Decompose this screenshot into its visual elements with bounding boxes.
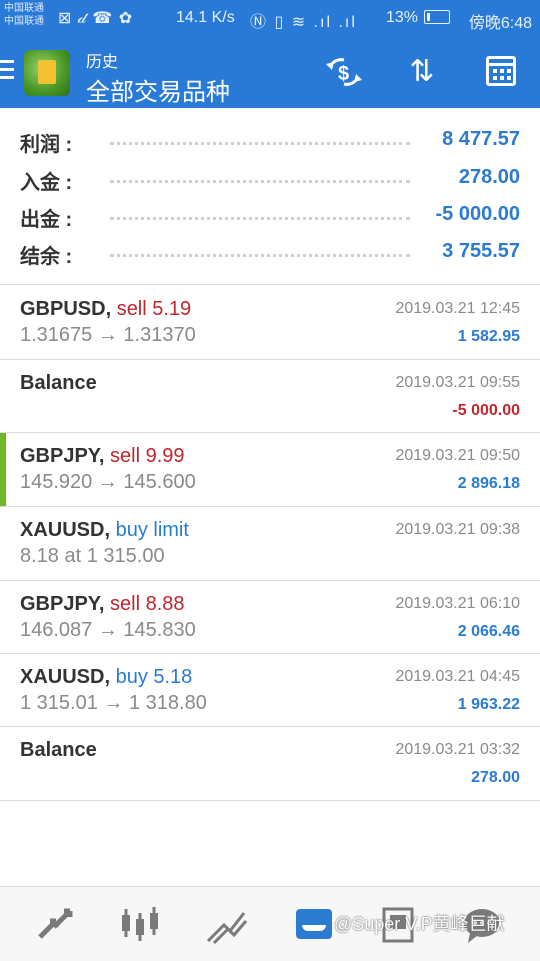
quotes-svg xyxy=(38,908,73,939)
trade-symbol: Balance xyxy=(20,739,97,762)
dot-leader xyxy=(110,254,410,257)
divider xyxy=(0,800,540,801)
trade-prices: 1.31675 → 1.31370 xyxy=(20,324,196,346)
trade-time: 2019.03.21 03:32 xyxy=(395,741,520,758)
trade-symbol: GBPJPY, sell 9.99 xyxy=(20,445,185,468)
summary-row-deposit: 入金 : 278.00 xyxy=(0,160,540,196)
chart-candles-icon[interactable] xyxy=(118,903,162,947)
trade-symbol: GBPJPY, sell 8.88 xyxy=(20,593,185,616)
trade-symbol: XAUUSD, buy 5.18 xyxy=(20,666,192,689)
summary-label: 入金 : xyxy=(20,172,73,194)
chart-candles-svg xyxy=(122,907,158,941)
symbol-filter[interactable]: 全部交易品种 xyxy=(86,72,230,107)
trade-time: 2019.03.21 09:38 xyxy=(395,521,520,538)
sort-icon[interactable]: ⇅ xyxy=(400,54,444,90)
trade-prices: 1 315.01 → 1 318.80 xyxy=(20,692,207,714)
trade-row[interactable]: XAUUSD, buy 5.18 1 315.01 → 1 318.80 201… xyxy=(0,654,540,727)
trade-time: 2019.03.21 09:55 xyxy=(395,374,520,391)
dot-leader xyxy=(110,180,410,183)
quotes-icon[interactable] xyxy=(34,903,78,947)
trade-profit: 2 896.18 xyxy=(457,475,520,492)
trade-action: sell 8.88 xyxy=(110,593,185,615)
symbol-text: GBPJPY, xyxy=(20,593,105,615)
trade-profit: 1 582.95 xyxy=(457,328,520,345)
summary-value: 3 755.57 xyxy=(442,240,520,262)
trade-icon[interactable] xyxy=(204,903,248,947)
trade-time: 2019.03.21 04:45 xyxy=(395,668,520,685)
carrier-labels: 中国联通 中国联通 xyxy=(4,2,44,28)
trade-symbol: GBPUSD, sell 5.19 xyxy=(20,298,191,321)
trade-symbol: XAUUSD, buy limit xyxy=(20,519,189,542)
status-bar: 中国联通 中国联通 ⊠ 𝒹 ☎ ✿ 14.1 K/s Ⓝ ▯ ≋ .ıl .ıl… xyxy=(0,0,540,36)
network-speed: 14.1 K/s xyxy=(176,9,235,26)
trade-profit: 278.00 xyxy=(471,769,520,786)
summary-label: 利润 : xyxy=(20,134,73,156)
notification-icons: ⊠ 𝒹 ☎ ✿ xyxy=(58,10,134,27)
app-bar: 历史 全部交易品种 $ ⇅ xyxy=(0,36,540,108)
trade-row[interactable]: GBPJPY, sell 8.88 146.087 → 145.830 2019… xyxy=(0,581,540,654)
currency-exchange-icon[interactable]: $ xyxy=(322,54,366,99)
app-logo-icon[interactable] xyxy=(24,50,70,96)
trade-prices: 145.920 → 145.600 xyxy=(20,471,196,493)
trade-svg xyxy=(206,912,248,945)
symbol-text: GBPUSD, xyxy=(20,298,112,320)
currency-exchange-svg: $ xyxy=(326,58,362,86)
trade-profit: -5 000.00 xyxy=(452,402,520,419)
trade-time: 2019.03.21 12:45 xyxy=(395,300,520,317)
symbol-text: Balance xyxy=(20,739,97,761)
clock: 傍晚6:48 xyxy=(468,15,532,32)
summary-value: -5 000.00 xyxy=(435,203,520,225)
trade-profit: 2 066.46 xyxy=(457,623,520,640)
trade-row[interactable]: XAUUSD, buy limit 8.18 at 1 315.00 2019.… xyxy=(0,507,540,580)
calendar-icon[interactable] xyxy=(486,56,516,86)
divider xyxy=(0,284,540,285)
symbol-text: XAUUSD, xyxy=(20,666,111,688)
trade-action: buy 5.18 xyxy=(115,666,193,688)
symbol-text: GBPJPY, xyxy=(20,445,105,467)
trade-time: 2019.03.21 09:50 xyxy=(395,447,520,464)
page-title: 历史 xyxy=(86,54,119,71)
currency-symbol: $ xyxy=(338,63,349,85)
summary-row-profit: 利润 : 8 477.57 xyxy=(0,122,540,158)
battery-percent: 13% xyxy=(386,9,419,26)
signal-icons: Ⓝ ▯ ≋ .ıl .ıl xyxy=(250,14,357,31)
dot-leader xyxy=(110,142,410,145)
carrier-1: 中国联通 xyxy=(4,3,44,14)
trade-time: 2019.03.21 06:10 xyxy=(395,595,520,612)
selected-indicator xyxy=(0,433,6,506)
trade-prices: 146.087 → 145.830 xyxy=(20,619,196,641)
summary-value: 278.00 xyxy=(458,166,520,188)
watermark-text: @Super V.P黄峰巨献 xyxy=(334,914,505,934)
history-inbox-icon[interactable] xyxy=(296,909,332,939)
menu-icon[interactable] xyxy=(0,60,14,84)
symbol-text: Balance xyxy=(20,372,97,394)
trade-action: sell 9.99 xyxy=(110,445,185,467)
trade-row[interactable]: Balance 2019.03.21 09:55 -5 000.00 xyxy=(0,360,540,433)
trade-row[interactable]: Balance 2019.03.21 03:32 278.00 xyxy=(0,727,540,800)
summary-row-balance: 结余 : 3 755.57 xyxy=(0,234,540,270)
summary-label: 出金 : xyxy=(20,209,73,231)
trade-profit: 1 963.22 xyxy=(457,696,520,713)
summary-value: 8 477.57 xyxy=(442,128,520,150)
trade-prices: 8.18 at 1 315.00 xyxy=(20,545,165,567)
battery-icon xyxy=(424,10,450,24)
dot-leader xyxy=(110,217,410,220)
summary-panel: 利润 : 8 477.57 入金 : 278.00 出金 : -5 000.00… xyxy=(0,120,540,284)
summary-row-withdrawal: 出金 : -5 000.00 xyxy=(0,197,540,233)
trade-symbol: Balance xyxy=(20,372,97,395)
trade-action: sell 5.19 xyxy=(116,298,192,320)
summary-label: 结余 : xyxy=(20,246,73,268)
trade-action: buy limit xyxy=(115,519,189,541)
trade-row[interactable]: GBPJPY, sell 9.99 145.920 → 145.600 2019… xyxy=(0,433,540,506)
carrier-2: 中国联通 xyxy=(4,16,44,27)
trade-row[interactable]: GBPUSD, sell 5.19 1.31675 → 1.31370 2019… xyxy=(0,286,540,359)
symbol-text: XAUUSD, xyxy=(20,519,111,541)
